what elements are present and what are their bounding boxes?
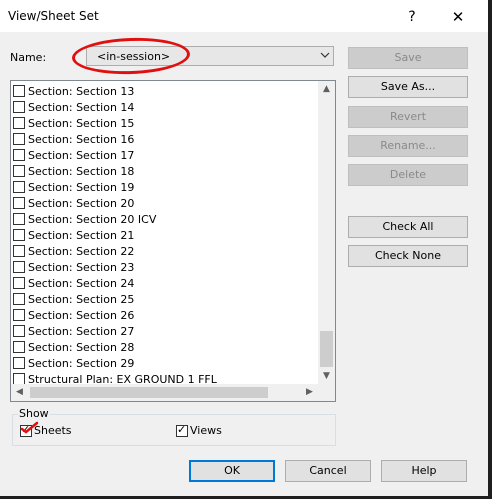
- view-sheet-set-dialog: View/Sheet Set ? ✕ Name: <in-session> Se…: [0, 0, 488, 496]
- check-mark-icon: ✓: [21, 422, 31, 436]
- list-item-label: Section: Section 29: [28, 356, 135, 370]
- title-bar: View/Sheet Set ? ✕: [0, 0, 488, 32]
- chevron-down-icon[interactable]: [316, 47, 333, 65]
- dialog-title: View/Sheet Set: [8, 9, 99, 23]
- help-button[interactable]: Help: [381, 460, 467, 482]
- list-item[interactable]: Section: Section 28: [13, 339, 317, 355]
- scroll-left-icon[interactable]: ◀: [11, 384, 28, 401]
- list-item-label: Section: Section 15: [28, 116, 135, 130]
- revert-button[interactable]: Revert: [348, 106, 468, 128]
- views-checkbox-label: Views: [190, 424, 222, 437]
- list-item-checkbox[interactable]: [13, 85, 25, 97]
- list-item-label: Section: Section 25: [28, 292, 135, 306]
- list-item-label: Section: Section 23: [28, 260, 135, 274]
- sheets-checkbox-label: Sheets: [34, 424, 72, 437]
- list-item-label: Section: Section 13: [28, 84, 135, 98]
- check-none-button[interactable]: Check None: [348, 245, 468, 267]
- save-as-button[interactable]: Save As...: [348, 76, 468, 98]
- help-icon[interactable]: ?: [398, 6, 426, 28]
- name-dropdown[interactable]: <in-session>: [86, 46, 334, 66]
- list-item[interactable]: Section: Section 14: [13, 99, 317, 115]
- list-item-checkbox[interactable]: [13, 133, 25, 145]
- delete-button[interactable]: Delete: [348, 164, 468, 186]
- list-item-label: Section: Section 18: [28, 164, 135, 178]
- list-item[interactable]: Section: Section 23: [13, 259, 317, 275]
- list-item[interactable]: Section: Section 20: [13, 195, 317, 211]
- vertical-scrollbar[interactable]: ▲ ▼: [318, 81, 335, 385]
- list-item-checkbox[interactable]: [13, 357, 25, 369]
- list-item[interactable]: Section: Section 25: [13, 291, 317, 307]
- list-item-label: Section: Section 19: [28, 180, 135, 194]
- list-item-label: Section: Section 14: [28, 100, 135, 114]
- horizontal-scrollbar[interactable]: ◀ ▶: [11, 384, 318, 401]
- list-item-label: Section: Section 26: [28, 308, 135, 322]
- list-item[interactable]: Section: Section 15: [13, 115, 317, 131]
- list-item-label: Section: Section 22: [28, 244, 135, 258]
- list-item-checkbox[interactable]: [13, 197, 25, 209]
- horizontal-scroll-thumb[interactable]: [30, 387, 268, 398]
- list-item[interactable]: Section: Section 24: [13, 275, 317, 291]
- name-dropdown-value: <in-session>: [97, 50, 171, 63]
- list-item-label: Section: Section 16: [28, 132, 135, 146]
- list-item-checkbox[interactable]: [13, 181, 25, 193]
- name-label: Name:: [10, 51, 47, 64]
- show-group-label: Show: [18, 407, 50, 420]
- list-item-checkbox[interactable]: [13, 293, 25, 305]
- list-item[interactable]: Section: Section 16: [13, 131, 317, 147]
- list-item[interactable]: Section: Section 18: [13, 163, 317, 179]
- list-item-checkbox[interactable]: [13, 245, 25, 257]
- scrollbar-corner: [318, 384, 335, 401]
- sheets-checkbox[interactable]: ✓ Sheets: [20, 422, 72, 437]
- list-item[interactable]: Section: Section 22: [13, 243, 317, 259]
- cancel-button[interactable]: Cancel: [285, 460, 371, 482]
- scroll-up-icon[interactable]: ▲: [318, 81, 335, 98]
- list-item-checkbox[interactable]: [13, 101, 25, 113]
- list-item-label: Section: Section 20: [28, 196, 135, 210]
- list-item-label: Section: Section 20 ICV: [28, 212, 157, 226]
- list-item-label: Section: Section 27: [28, 324, 135, 338]
- list-item[interactable]: Section: Section 13: [13, 83, 317, 99]
- list-item-checkbox[interactable]: [13, 309, 25, 321]
- list-item-label: Section: Section 24: [28, 276, 135, 290]
- list-item-label: Section: Section 17: [28, 148, 135, 162]
- list-item-checkbox[interactable]: [13, 261, 25, 273]
- ok-button[interactable]: OK: [189, 460, 275, 482]
- list-item-checkbox[interactable]: [13, 149, 25, 161]
- vertical-scroll-thumb[interactable]: [320, 331, 333, 367]
- list-item[interactable]: Section: Section 19: [13, 179, 317, 195]
- check-mark-icon: ✓: [177, 422, 187, 436]
- list-item-checkbox[interactable]: [13, 277, 25, 289]
- list-item-checkbox[interactable]: [13, 165, 25, 177]
- list-item[interactable]: Section: Section 17: [13, 147, 317, 163]
- list-item-checkbox[interactable]: [13, 229, 25, 241]
- list-item[interactable]: Section: Section 21: [13, 227, 317, 243]
- list-item-checkbox[interactable]: [13, 117, 25, 129]
- list-item-label: Section: Section 21: [28, 228, 135, 242]
- save-button[interactable]: Save: [348, 47, 468, 69]
- list-item[interactable]: Section: Section 27: [13, 323, 317, 339]
- scroll-right-icon[interactable]: ▶: [301, 384, 318, 401]
- list-item-checkbox[interactable]: [13, 325, 25, 337]
- close-icon[interactable]: ✕: [444, 6, 472, 28]
- views-checkbox[interactable]: ✓ Views: [176, 422, 222, 437]
- list-item-checkbox[interactable]: [13, 213, 25, 225]
- views-checkbox-box[interactable]: ✓: [176, 422, 188, 437]
- view-sheet-rows: Section: Section 13 Section: Section 14 Se…: [13, 83, 317, 387]
- sheets-checkbox-box[interactable]: ✓: [20, 422, 32, 437]
- check-all-button[interactable]: Check All: [348, 216, 468, 238]
- scroll-down-icon[interactable]: ▼: [318, 368, 335, 385]
- list-item[interactable]: Section: Section 29: [13, 355, 317, 371]
- list-item[interactable]: Section: Section 26: [13, 307, 317, 323]
- list-item-checkbox[interactable]: [13, 341, 25, 353]
- list-item[interactable]: Section: Section 20 ICV: [13, 211, 317, 227]
- view-sheet-list[interactable]: Section: Section 13 Section: Section 14 Se…: [10, 80, 336, 402]
- list-item-label: Section: Section 28: [28, 340, 135, 354]
- rename-button[interactable]: Rename...: [348, 135, 468, 157]
